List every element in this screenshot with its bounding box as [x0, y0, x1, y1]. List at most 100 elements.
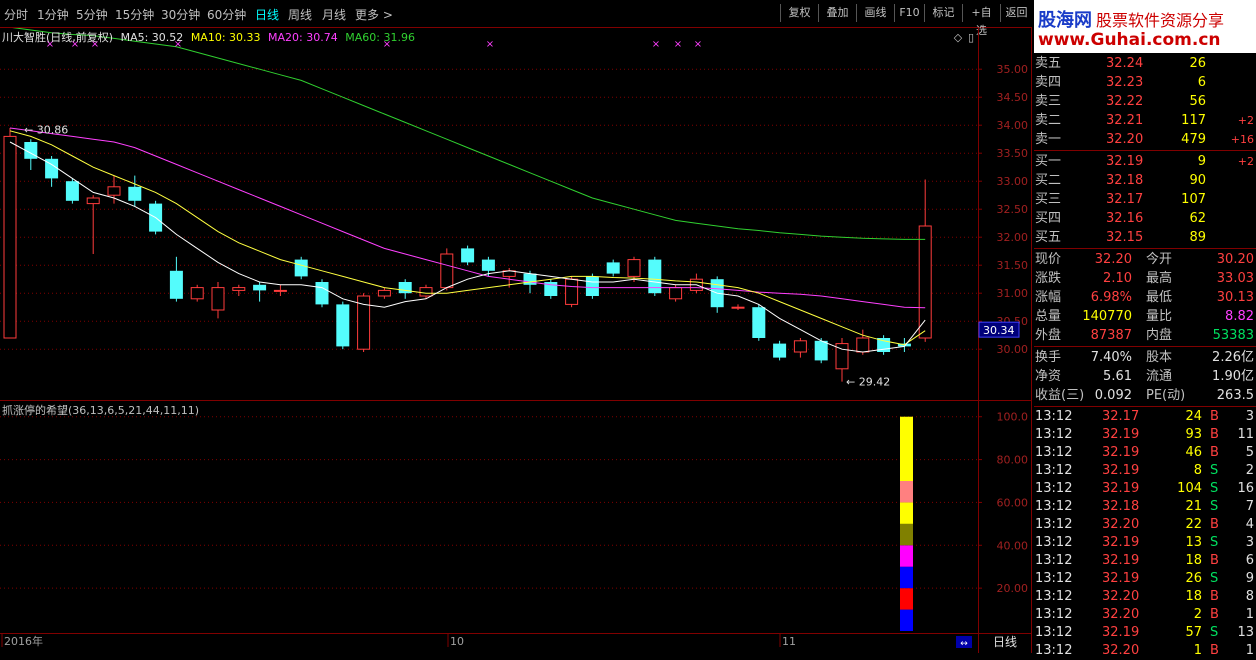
tick-count: 1 [1245, 643, 1254, 658]
tab-30min[interactable]: 30分钟 [161, 6, 200, 23]
adjust-button[interactable]: 复权 [780, 4, 818, 22]
mark-button[interactable]: 标记 [924, 4, 962, 22]
f10-button[interactable]: F10 [894, 4, 924, 22]
tick-row: 13:12 32.19 57 S 13 [1034, 624, 1256, 642]
tick-count: 1 [1245, 607, 1254, 622]
candle-body-down [481, 259, 495, 271]
tick-price: 32.19 [1102, 571, 1140, 586]
orderbook-volume: 56 [1189, 94, 1206, 109]
quote-value: 32.20 [1094, 252, 1132, 267]
candle-body-up [232, 287, 246, 291]
indicator-tick-label: 100.0 [997, 411, 1029, 424]
orderbook-price: 32.15 [1106, 230, 1144, 245]
orderbook-volume: 89 [1189, 230, 1206, 245]
tick-price: 32.20 [1102, 643, 1140, 658]
tick-volume: 2 [1193, 607, 1202, 622]
candle-body-down [461, 248, 475, 263]
tick-count: 11 [1237, 427, 1254, 442]
signal-marker: × [674, 39, 682, 50]
chart-area[interactable]: 30.0030.5031.0031.5032.0032.5033.0033.50… [0, 28, 1032, 653]
tab-weekly[interactable]: 周线 [288, 6, 312, 23]
tick-count: 7 [1245, 499, 1254, 514]
orderbook-price: 32.22 [1106, 94, 1144, 109]
tab-15min[interactable]: 15分钟 [115, 6, 154, 23]
tick-price: 32.20 [1102, 517, 1140, 532]
tick-side: B [1210, 409, 1219, 424]
quote-value: 30.13 [1216, 290, 1254, 305]
date-tick-label: 11 [782, 635, 796, 648]
tick-time: 13:12 [1035, 427, 1073, 442]
logo-brand: 股海网 [1038, 10, 1092, 31]
stats-label: 收益(三) [1035, 388, 1085, 403]
back-button[interactable]: 返回 [1000, 4, 1032, 22]
tick-side: B [1210, 589, 1219, 604]
tab-5min[interactable]: 5分钟 [76, 6, 108, 23]
tick-side: S [1210, 535, 1219, 550]
orderbook-volume: 479 [1181, 132, 1206, 147]
tab-more[interactable]: 更多 > [355, 6, 393, 23]
stats-value: 263.5 [1216, 388, 1254, 403]
stats-label: PE(动) [1146, 388, 1186, 403]
tick-count: 9 [1245, 571, 1254, 586]
tab-time-share[interactable]: 分时 [4, 6, 28, 23]
tab-60min[interactable]: 60分钟 [207, 6, 246, 23]
candle-body-up [86, 197, 100, 205]
tick-price: 32.19 [1102, 625, 1140, 640]
tick-side: S [1210, 571, 1219, 586]
tick-time: 13:12 [1035, 571, 1073, 586]
tick-count: 3 [1245, 409, 1254, 424]
date-tick-label: 2016年 [4, 634, 43, 648]
tab-daily[interactable]: 日线 [255, 6, 279, 23]
stats-value: 1.90亿 [1212, 369, 1254, 384]
tick-row: 13:12 32.19 8 S 2 [1034, 462, 1256, 480]
orderbook-volume: 26 [1189, 56, 1206, 71]
candle-body-up [918, 225, 932, 339]
candle-body-down [336, 304, 350, 347]
quote-row: 涨幅 6.98% 最低 30.13 [1034, 288, 1256, 307]
tick-time: 13:12 [1035, 625, 1073, 640]
quote-label: 量比 [1146, 309, 1173, 324]
indicator-title: 抓涨停的希望(36,13,6,5,21,44,11,11) [2, 404, 200, 417]
tab-1min[interactable]: 1分钟 [37, 6, 69, 23]
tick-time: 13:12 [1035, 481, 1073, 496]
indicator-bar-segment [900, 545, 913, 567]
signal-marker: × [652, 39, 660, 50]
candle-body-down [523, 273, 537, 285]
stats-label: 净资 [1035, 369, 1062, 384]
tick-side: S [1210, 499, 1219, 514]
quote-value: 2.10 [1103, 271, 1132, 286]
candle-body-up [377, 289, 391, 297]
low-annotation: ← 29.42 [846, 376, 890, 389]
tick-side: B [1210, 517, 1219, 532]
ma10-label: MA10: 30.33 [190, 31, 261, 44]
orderbook-change: +16 [1230, 133, 1254, 146]
overlay-button[interactable]: 叠加 [818, 4, 856, 22]
orderbook-price: 32.23 [1106, 75, 1144, 90]
candle-body-up [565, 278, 579, 305]
tick-side: S [1210, 625, 1219, 640]
tick-row: 13:12 32.19 26 S 9 [1034, 570, 1256, 588]
quote-label: 总量 [1035, 309, 1062, 324]
orderbook-bids-row: 买一 32.19 9 +2 [1034, 152, 1256, 171]
ma20-label: MA20: 30.74 [268, 31, 338, 44]
orderbook-level-label: 卖三 [1035, 94, 1062, 109]
quote-label: 外盘 [1035, 328, 1062, 343]
tick-time: 13:12 [1035, 607, 1073, 622]
stats-row: 净资 5.61 流通 1.90亿 [1034, 367, 1256, 386]
orderbook-bids-row: 买四 32.16 62 [1034, 209, 1256, 228]
quote-row: 涨跌 2.10 最高 33.03 [1034, 269, 1256, 288]
orderbook-price: 32.20 [1106, 132, 1144, 147]
tab-monthly[interactable]: 月线 [322, 6, 346, 23]
tick-row: 13:12 32.19 46 B 5 [1034, 444, 1256, 462]
tick-price: 32.17 [1102, 409, 1140, 424]
add-watchlist-button[interactable]: +自选 [962, 4, 1000, 37]
draw-line-button[interactable]: 画线 [856, 4, 894, 22]
candle-body-down [648, 259, 662, 294]
tick-volume: 26 [1185, 571, 1202, 586]
quote-panel: 卖五 32.24 26 卖四 32.23 6 卖三 32.22 56 卖二 32.21 117 +2 卖一… [1034, 54, 1256, 658]
orderbook-asks-row: 卖五 32.24 26 [1034, 54, 1256, 73]
orderbook-price: 32.24 [1106, 56, 1144, 71]
candle-body-down [294, 259, 308, 277]
candle-body-up [107, 186, 121, 196]
orderbook-level-label: 买四 [1035, 211, 1062, 226]
